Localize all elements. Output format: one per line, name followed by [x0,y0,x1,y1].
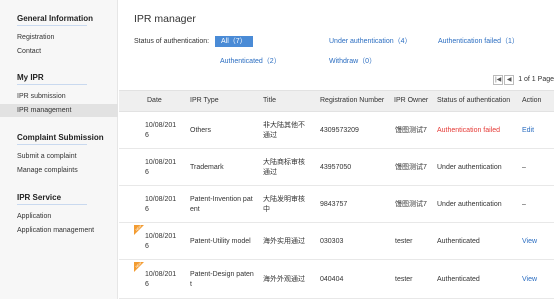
cell-ipr-type: Others [190,127,212,134]
cell-ipr-owner: tester [395,238,413,245]
filter-authenticated[interactable]: Authenticated（2） [220,56,281,67]
section-underline [17,84,87,85]
filter-label: Status of authentication: [134,38,210,45]
header-ipr-owner: IPR Owner [394,97,429,104]
cell-ipr-type: Patent-Invention pat [190,196,253,203]
cell-date-cont: 6 [145,132,149,139]
cell-status: Authenticated [437,276,480,283]
cell-status: Authenticated [437,238,480,245]
cell-status: Under authentication [437,201,502,208]
cell-date-cont: 6 [145,169,149,176]
cell-date: 10/08/201 [145,271,177,278]
section-underline [17,25,87,26]
cell-ipr-owner: 馒图测试7 [395,127,427,134]
sidebar: General Information Registration Contact… [0,0,118,299]
pagination: |◀ ◀ 1 of 1 Page [493,74,554,85]
cell-registration-number: 43957050 [320,164,352,171]
cell-registration-number: 4309573209 [320,127,359,134]
table-row: 10/08/201 6 Trademark 大陆商标审核 通过 43957050 馒图测试7… [119,149,554,186]
cell-ipr-owner: tester [395,276,413,283]
table-row: NEW 10/08/201 6 Patent-Utility model 海外实用通过 0… [119,223,554,260]
cell-registration-number: 9843757 [320,201,348,208]
cell-registration-number: 030303 [320,238,344,245]
action-view-link[interactable]: View [522,237,537,247]
cell-title: 大陆商标审核 [263,159,305,166]
filter-under-authentication[interactable]: Under authentication（4） [329,36,412,47]
prev-page-button[interactable]: ◀ [504,74,515,85]
header-date: Date [147,97,162,104]
sidebar-section-title-general: General Information [17,14,94,23]
cell-action-none: – [522,201,526,208]
first-page-button[interactable]: |◀ [493,74,504,85]
cell-ipr-type-cont: t [190,281,192,288]
table-row: 10/08/201 6 Patent-Invention pat ent 大陆发明审核中… [119,186,554,223]
cell-date-cont: 6 [145,243,149,250]
cell-date: 10/08/201 [145,233,177,240]
main-content: IPR manager Status of authentication: Al… [119,0,554,299]
action-edit-link[interactable]: Edit [522,126,534,136]
cell-status: Under authentication [437,164,502,171]
filter-all[interactable]: All（7） [215,36,253,47]
section-underline [17,204,87,205]
cell-title: 海外外观通过 [263,276,305,283]
sidebar-item-application[interactable]: Application [0,210,118,223]
header-action: Action [522,97,542,104]
cell-date: 10/08/201 [145,159,177,166]
sidebar-item-submit-complaint[interactable]: Submit a complaint [0,150,118,163]
sidebar-item-ipr-submission[interactable]: IPR submission [0,90,118,103]
cell-status: Authentication failed [437,127,501,134]
cell-action-none: – [522,164,526,171]
filter-withdraw[interactable]: Withdraw（0） [329,56,376,67]
sidebar-item-application-management[interactable]: Application management [0,224,118,237]
section-underline [17,144,87,145]
cell-ipr-type: Patent-Design paten [190,271,254,278]
cell-ipr-owner: 馒图测试7 [395,164,427,171]
header-title: Title [263,97,276,104]
header-ipr-type: IPR Type [190,97,219,104]
cell-ipr-owner: 馒图测试7 [395,201,427,208]
cell-title-cont: 通过 [263,169,277,176]
sidebar-item-registration[interactable]: Registration [0,31,118,44]
action-view-link[interactable]: View [522,275,537,285]
cell-title: 大陆发明审核 [263,196,305,203]
table-row: 10/08/201 6 Others 非大陆其他不 通过 4309573209 馒图测试7 A… [119,112,554,149]
page-title: IPR manager [134,13,196,25]
table-header: Date IPR Type Title Registration Number … [119,90,554,112]
sidebar-item-contact[interactable]: Contact [0,45,118,58]
cell-ipr-type: Patent-Utility model [190,238,251,245]
cell-date-cont: 6 [145,281,149,288]
sidebar-section-title-my-ipr: My IPR [17,73,44,82]
sidebar-item-ipr-management[interactable]: IPR management [0,104,118,117]
sidebar-item-manage-complaints[interactable]: Manage complaints [0,164,118,177]
cell-date: 10/08/201 [145,196,177,203]
sidebar-section-title-ipr-service: IPR Service [17,193,62,202]
cell-date-cont: 6 [145,206,149,213]
cell-ipr-type-cont: ent [190,206,200,213]
cell-title-cont: 中 [263,206,270,213]
cell-registration-number: 040404 [320,276,344,283]
page-indicator: 1 of 1 Page [518,76,554,83]
header-status: Status of authentication [437,97,511,104]
cell-title: 海外实用通过 [263,238,305,245]
header-registration-number: Registration Number [320,97,385,104]
cell-ipr-type: Trademark [190,164,224,171]
cell-title-cont: 通过 [263,132,277,139]
cell-date: 10/08/201 [145,122,177,129]
sidebar-section-title-complaint: Complaint Submission [17,133,104,142]
filter-authentication-failed[interactable]: Authentication failed（1） [438,36,519,47]
cell-title: 非大陆其他不 [263,122,305,129]
table-row: NEW 10/08/201 6 Patent-Design paten t 海外外观通过 0… [119,260,554,299]
